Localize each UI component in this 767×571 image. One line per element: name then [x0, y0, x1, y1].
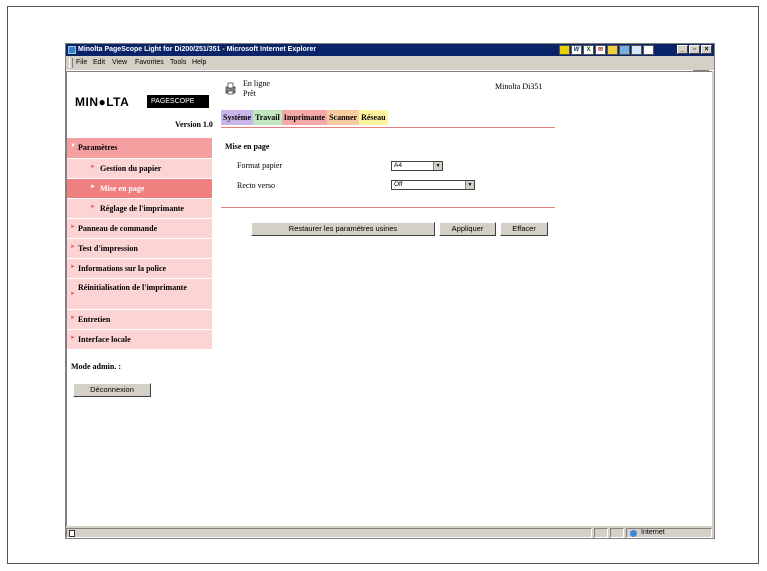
pagescope-logo: PAGESCOPE Light [147, 95, 209, 118]
chevron-right-icon: ► [70, 335, 76, 341]
close-button[interactable]: × [701, 45, 712, 54]
sidebar-item-label: Paramètres [78, 143, 118, 152]
section-title: Mise en page [225, 142, 270, 151]
menu-help[interactable]: Help [192, 56, 206, 70]
chevron-right-icon: ► [90, 184, 96, 190]
sidebar-item-label: Interface locale [78, 335, 131, 344]
duplex-value: Off [394, 181, 403, 188]
sidebar-item-label: Test d'impression [78, 244, 138, 253]
sidebar-item-label: Panneau de commande [78, 224, 158, 233]
tab-imprimante[interactable]: Imprimante [281, 110, 328, 125]
chevron-right-icon: ► [70, 244, 76, 250]
sidebar-item-reinitialisation[interactable]: ► Réinitialisation de l'imprimante [67, 279, 212, 309]
chevron-down-icon: ▼ [70, 143, 76, 149]
security-zone: Internet [626, 528, 712, 538]
sidebar-item-test-impression[interactable]: ► Test d'impression [67, 239, 212, 258]
chevron-down-icon[interactable]: ▼ [465, 181, 474, 189]
sidebar-item-label: Réglage de l'imprimante [100, 204, 184, 213]
menu-bar: File Edit View Favorites Tools Help [66, 56, 714, 83]
brand-name: MIN●LTA [75, 95, 130, 109]
chevron-right-icon: ► [90, 164, 96, 170]
clear-button[interactable]: Effacer [500, 222, 548, 236]
taskbar-tray-icons: W X ✉ [559, 45, 654, 55]
minolta-logo: MIN●LTA PAGESCOPE Light [75, 85, 219, 118]
duplex-select[interactable]: Off ▼ [391, 180, 475, 190]
printer-status-icon [225, 82, 236, 95]
zone-label: Internet [641, 529, 665, 536]
excel-icon[interactable]: X [583, 45, 594, 55]
menu-grip [69, 58, 73, 68]
tab-scanner[interactable]: Scanner [327, 110, 360, 125]
status-online: En ligne [243, 79, 270, 88]
menu-view[interactable]: View [112, 56, 127, 70]
status-cell [594, 528, 608, 538]
apply-button[interactable]: Appliquer [439, 222, 496, 236]
tray-icon[interactable] [559, 45, 570, 55]
divider [221, 127, 555, 128]
page-icon [69, 530, 75, 537]
sidebar-item-entretien[interactable]: ► Entretien [67, 310, 212, 329]
sidebar-item-interface-locale[interactable]: ► Interface locale [67, 330, 212, 349]
sidebar-item-gestion-papier[interactable]: ► Gestion du papier [67, 159, 212, 178]
browser-window: Minolta PageScope Light for Di200/251/35… [65, 43, 715, 539]
minimize-button[interactable]: _ [677, 45, 688, 54]
globe-icon [630, 530, 637, 537]
sidebar-item-panneau-commande[interactable]: ► Panneau de commande [67, 219, 212, 238]
sidebar-item-parametres[interactable]: ▼ Paramètres [67, 138, 212, 158]
page-content: MIN●LTA PAGESCOPE Light Version 1.0 En l… [66, 71, 712, 526]
status-cell [610, 528, 624, 538]
sidebar-item-label: Réinitialisation de l'imprimante [78, 283, 187, 292]
duplex-label: Recto verso [237, 181, 275, 190]
chevron-right-icon: ► [70, 224, 76, 230]
search-icon[interactable] [607, 45, 618, 55]
chevron-right-icon: ► [70, 291, 76, 297]
tray-icon-2[interactable] [643, 45, 654, 55]
tab-reseau[interactable]: Réseau [359, 110, 388, 125]
window-controls: _ ▫ × [677, 45, 712, 54]
divider [221, 207, 555, 208]
paper-format-label: Format papier [237, 161, 283, 170]
maximize-button[interactable]: ▫ [689, 45, 700, 54]
tab-systeme[interactable]: Système [221, 110, 253, 125]
word-icon[interactable]: W [571, 45, 582, 55]
tab-travail[interactable]: Travail [253, 110, 282, 125]
chevron-right-icon: ► [90, 204, 96, 210]
explorer-icon[interactable] [619, 45, 630, 55]
printer-model: Minolta Di351 [495, 82, 543, 91]
restore-defaults-button[interactable]: Restaurer les paramètres usines [251, 222, 435, 236]
paper-format-select[interactable]: A4 ▼ [391, 161, 443, 171]
menu-tools[interactable]: Tools [170, 56, 186, 70]
chevron-right-icon: ► [70, 315, 76, 321]
mail-icon[interactable]: ✉ [595, 45, 606, 55]
admin-mode-label: Mode admin. : [71, 362, 121, 371]
sidebar-item-label: Gestion du papier [100, 164, 162, 173]
sidebar-item-reglage-imprimante[interactable]: ► Réglage de l'imprimante [67, 199, 212, 218]
chevron-right-icon: ► [70, 264, 76, 270]
status-ready: Prêt [243, 89, 256, 98]
sidebar-item-mise-en-page[interactable]: ► Mise en page [67, 179, 212, 198]
menu-edit[interactable]: Edit [93, 56, 105, 70]
ie-icon[interactable] [631, 45, 642, 55]
paper-format-value: A4 [394, 162, 402, 169]
chevron-down-icon[interactable]: ▼ [433, 162, 442, 170]
sidebar-item-label: Entretien [78, 315, 111, 324]
sidebar-item-label: Informations sur la police [78, 264, 167, 273]
title-bar[interactable]: Minolta PageScope Light for Di200/251/35… [66, 44, 714, 56]
menu-file[interactable]: File [76, 56, 87, 70]
ie-app-icon [68, 46, 76, 54]
version-label: Version 1.0 [175, 120, 213, 129]
tab-bar: Système Travail Imprimante Scanner Résea… [221, 110, 388, 125]
logout-button[interactable]: Déconnexion [73, 383, 151, 397]
menu-favorites[interactable]: Favorites [135, 56, 164, 70]
status-bar: Internet [66, 527, 714, 539]
sidebar-item-informations-police[interactable]: ► Informations sur la police [67, 259, 212, 278]
status-message [66, 528, 592, 538]
window-title: Minolta PageScope Light for Di200/251/35… [78, 46, 317, 53]
sidebar-item-label: Mise en page [100, 184, 145, 193]
